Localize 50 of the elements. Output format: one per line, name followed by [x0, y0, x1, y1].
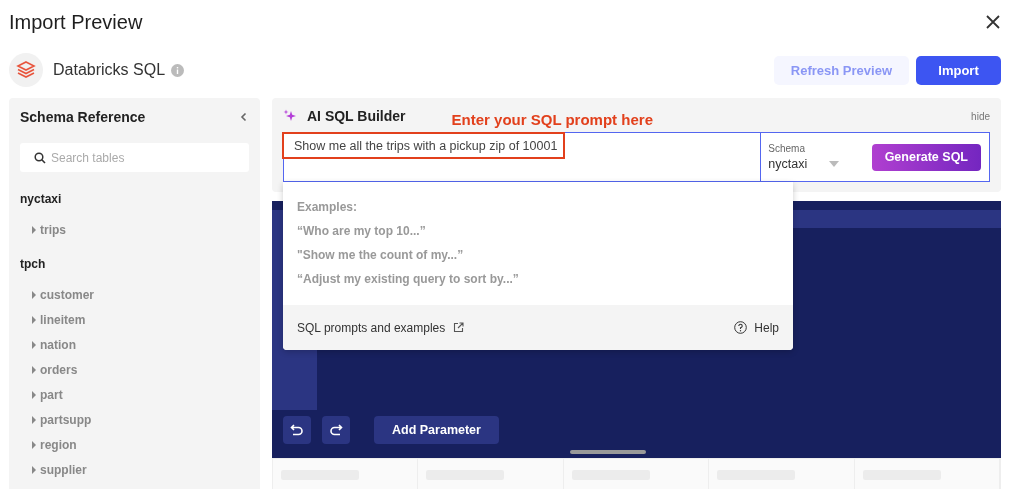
table-name[interactable]: lineitem: [40, 312, 86, 327]
resize-handle[interactable]: [570, 450, 646, 454]
undo-button[interactable]: [283, 416, 311, 444]
expand-icon[interactable]: [31, 340, 37, 349]
schema-name[interactable]: tpch: [20, 257, 249, 271]
example-prompt[interactable]: “Adjust my existing query to sort by...”: [297, 272, 779, 286]
collapse-icon[interactable]: [239, 112, 249, 122]
close-icon[interactable]: [985, 14, 1001, 30]
schema-name[interactable]: nyctaxi: [20, 192, 249, 206]
generate-button[interactable]: Generate SQL: [871, 143, 981, 171]
expand-icon[interactable]: [31, 365, 37, 374]
expand-icon[interactable]: [31, 390, 37, 399]
stacked-layers-icon: [9, 53, 43, 87]
undo-icon: [290, 423, 304, 437]
annotation-label: Enter your SQL prompt here: [451, 110, 653, 128]
info-icon[interactable]: [171, 63, 185, 77]
add-parameter-button[interactable]: Add Parameter: [374, 416, 499, 444]
external-link-icon: [453, 322, 465, 333]
help-icon: [734, 321, 748, 334]
examples-heading: Examples:: [297, 200, 359, 214]
dropdown-caret-icon[interactable]: [829, 161, 840, 167]
redo-icon: [329, 423, 343, 437]
expand-icon[interactable]: [31, 440, 37, 449]
expand-icon[interactable]: [31, 315, 37, 324]
table-name[interactable]: supplier: [40, 462, 87, 477]
table-name[interactable]: nation: [40, 337, 76, 352]
search-field[interactable]: Search tables: [20, 143, 249, 172]
builder-title: AI SQL Builder: [307, 108, 406, 124]
dialog-title: Import Preview: [9, 10, 143, 34]
table-name[interactable]: trips: [40, 222, 66, 237]
table-name[interactable]: customer: [40, 287, 95, 302]
example-prompt[interactable]: "Show me the count of my...”: [297, 248, 779, 262]
hide-link[interactable]: hide: [971, 110, 990, 122]
prompts-link[interactable]: SQL prompts and examples: [297, 320, 465, 335]
table-name[interactable]: part: [40, 387, 63, 402]
table-name[interactable]: orders: [40, 362, 78, 377]
expand-icon[interactable]: [31, 225, 37, 234]
expand-icon[interactable]: [31, 415, 37, 424]
schema-select[interactable]: Schema nyctaxi: [768, 143, 864, 171]
import-button[interactable]: Import: [916, 55, 1001, 85]
table-name[interactable]: region: [40, 437, 77, 452]
source-name: Databricks SQL: [53, 61, 166, 79]
table-name[interactable]: partsupp: [40, 412, 92, 427]
example-prompt[interactable]: “Who are my top 10...”: [297, 224, 779, 238]
redo-button[interactable]: [322, 416, 350, 444]
expand-icon[interactable]: [31, 465, 37, 474]
panel-title: Schema Reference: [20, 109, 146, 125]
expand-icon[interactable]: [31, 290, 37, 299]
help-button[interactable]: Help: [734, 320, 779, 335]
prompt-field[interactable]: Show me all the trips with a pickup zip of 10001: [283, 132, 762, 182]
